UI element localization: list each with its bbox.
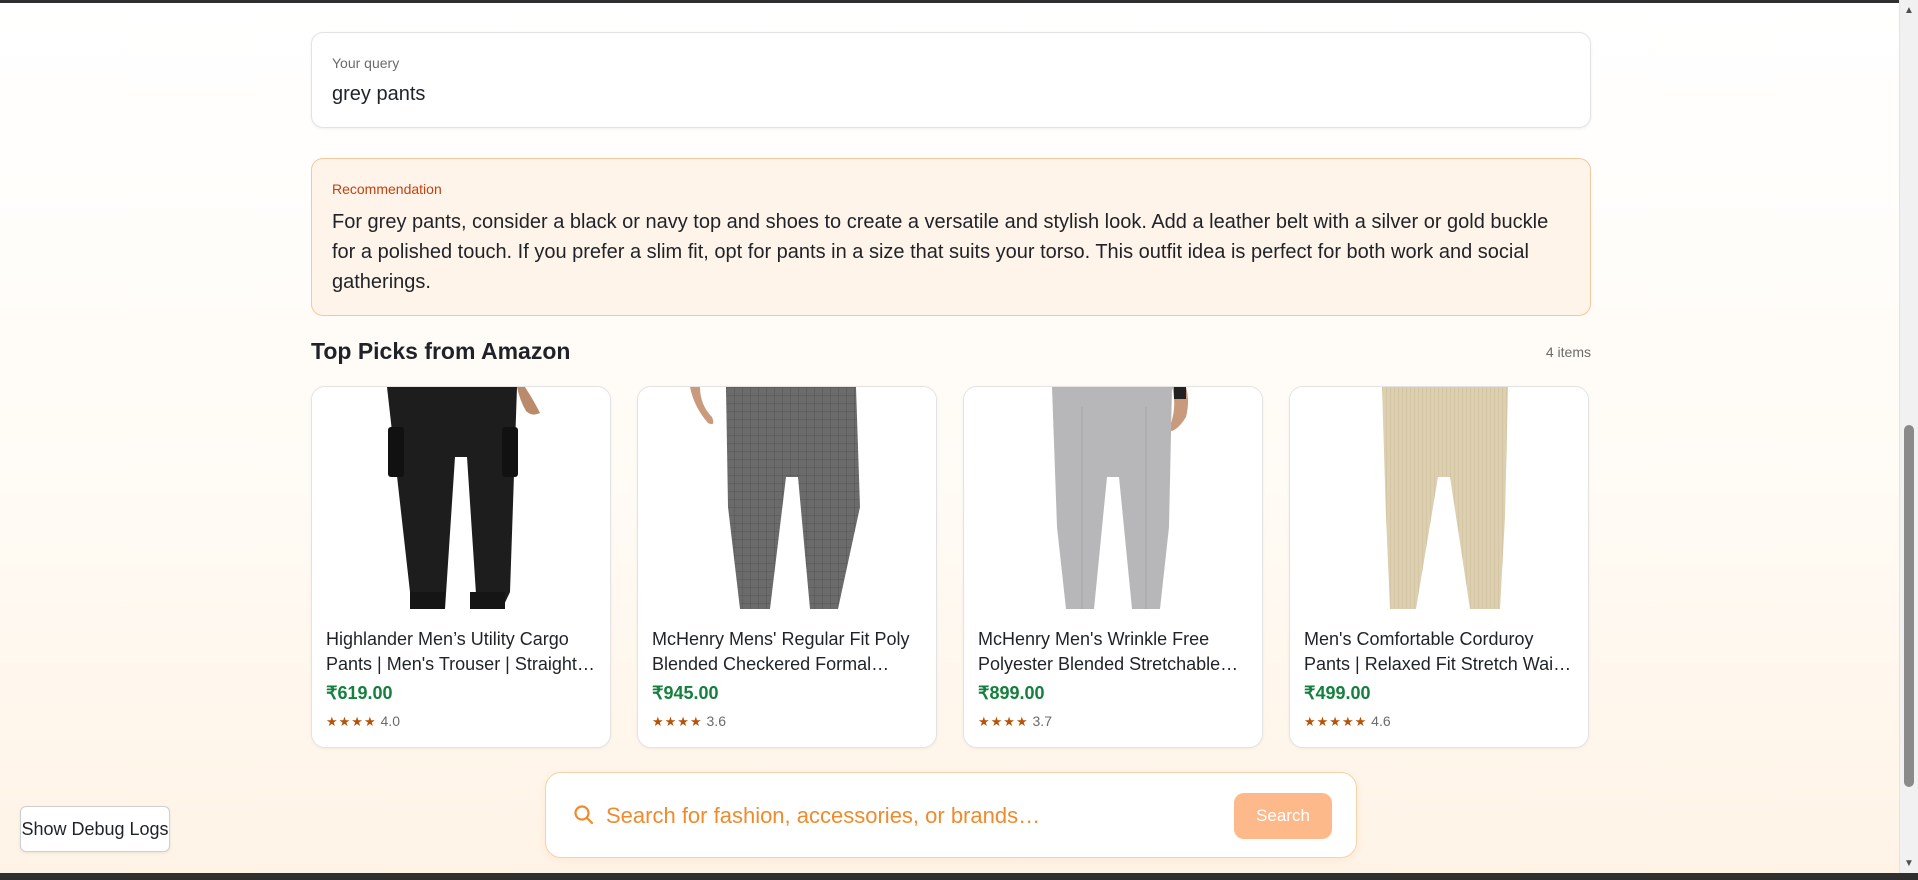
product-card[interactable]: Highlander Men’s Utility Cargo Pants | M… (311, 386, 611, 748)
product-title[interactable]: McHenry Mens' Regular Fit Poly Blended C… (652, 627, 922, 677)
search-icon (574, 805, 594, 825)
product-title[interactable]: Men's Comfortable Corduroy Pants | Relax… (1304, 627, 1574, 677)
product-price: ₹945.00 (652, 683, 719, 703)
product-rating: ★★★★ 3.7 (978, 713, 1052, 730)
recommendation-label: Recommendation (332, 181, 442, 197)
rating-value: 3.6 (706, 713, 726, 729)
recommendation-card: Recommendation For grey pants, consider … (311, 158, 1591, 316)
window-bottom-border (0, 873, 1918, 880)
product-card[interactable]: McHenry Mens' Regular Fit Poly Blended C… (637, 386, 937, 748)
star-rating-icon: ★★★★★ (1304, 714, 1368, 729)
query-card: Your query grey pants (311, 32, 1591, 128)
product-image[interactable] (312, 387, 610, 612)
product-title[interactable]: Highlander Men’s Utility Cargo Pants | M… (326, 627, 596, 677)
search-bar: Search (545, 772, 1357, 858)
product-title[interactable]: McHenry Men's Wrinkle Free Polyester Ble… (978, 627, 1248, 677)
product-rating: ★★★★★ 4.6 (1304, 713, 1391, 730)
window-top-border (0, 0, 1918, 3)
product-rating: ★★★★ 4.0 (326, 713, 400, 730)
product-card[interactable]: McHenry Men's Wrinkle Free Polyester Ble… (963, 386, 1263, 748)
rating-value: 4.6 (1371, 713, 1391, 729)
query-value: grey pants (332, 83, 426, 105)
product-price: ₹899.00 (978, 683, 1045, 703)
search-input[interactable] (604, 795, 1208, 837)
product-price: ₹499.00 (1304, 683, 1371, 703)
section-title: Top Picks from Amazon (311, 338, 571, 364)
product-rating: ★★★★ 3.6 (652, 713, 726, 730)
star-rating-icon: ★★★★ (326, 714, 377, 729)
product-card[interactable]: Men's Comfortable Corduroy Pants | Relax… (1289, 386, 1589, 748)
search-button[interactable]: Search (1234, 793, 1332, 839)
star-rating-icon: ★★★★ (978, 714, 1029, 729)
product-image[interactable] (638, 387, 936, 612)
product-price: ₹619.00 (326, 683, 393, 703)
rating-value: 3.7 (1032, 713, 1052, 729)
scroll-down-arrow-icon[interactable]: ▼ (1900, 855, 1918, 871)
query-label: Your query (332, 55, 400, 71)
rating-value: 4.0 (380, 713, 400, 729)
vertical-scrollbar[interactable]: ▲ ▼ (1899, 0, 1918, 873)
product-image[interactable] (964, 387, 1262, 612)
product-image[interactable] (1290, 387, 1588, 612)
scroll-up-arrow-icon[interactable]: ▲ (1900, 2, 1918, 18)
star-rating-icon: ★★★★ (652, 714, 703, 729)
item-count: 4 items (1545, 344, 1591, 360)
show-debug-logs-button[interactable]: Show Debug Logs (20, 806, 170, 852)
scrollbar-thumb[interactable] (1904, 425, 1914, 787)
recommendation-text: For grey pants, consider a black or navy… (332, 211, 1549, 293)
